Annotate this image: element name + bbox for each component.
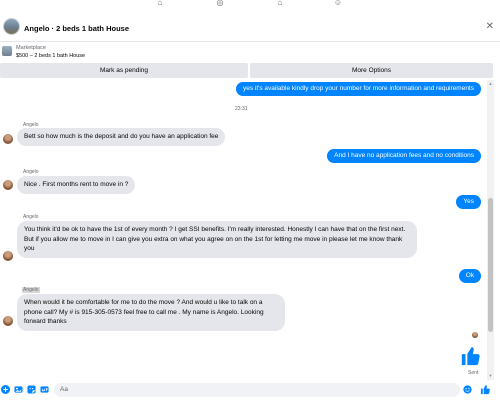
close-icon[interactable]: ✕ (486, 21, 494, 32)
message-outgoing: Yes (456, 195, 481, 209)
message-incoming: Nice . First months rent to move in ? (17, 176, 136, 194)
sender-name: Angelo (22, 287, 40, 293)
marketplace-icon[interactable]: ◎ (215, 0, 225, 7)
thumbs-up-icon[interactable] (480, 384, 491, 395)
sender-avatar[interactable] (3, 251, 13, 261)
mark-as-pending-button[interactable]: Mark as pending (0, 63, 248, 78)
scrollbar-thumb[interactable] (488, 198, 493, 332)
sender-avatar[interactable] (3, 134, 13, 144)
more-options-button[interactable]: More Options (250, 63, 493, 78)
message-outgoing: And I have no application fees and no co… (327, 149, 481, 163)
photo-icon[interactable] (14, 385, 23, 394)
listing-thumbnail (2, 46, 12, 56)
listing-detail: $500 – 2 beds 1 bath House (16, 53, 86, 59)
emoji-icon[interactable] (463, 385, 472, 394)
message-input[interactable]: Aa (54, 383, 460, 397)
message-composer: Aa (0, 382, 500, 403)
store-icon[interactable]: ⌂ (275, 0, 285, 7)
plus-icon[interactable] (1, 385, 10, 394)
sender-avatar[interactable] (3, 180, 13, 190)
sender-name: Angelo (23, 214, 39, 220)
message-incoming: Bett so how much is the deposit and do y… (17, 128, 226, 146)
scroll-down-arrow[interactable]: ▼ (488, 373, 493, 378)
groups-icon[interactable]: ☺ (333, 0, 343, 7)
thread-scrollbar[interactable]: ▲ ▼ (487, 80, 494, 380)
message-outgoing: Ok (458, 269, 481, 283)
top-nav: ⌂ ◎ ⌂ ☺ (0, 0, 500, 12)
listing-label: Marketplace (16, 45, 46, 51)
home-icon[interactable]: ⌂ (155, 0, 165, 7)
chat-header: Angelo · 2 beds 1 bath House ✕ (0, 12, 500, 42)
sender-name: Angelo (23, 169, 39, 175)
message-thread: yes it's available kindly drop your numb… (0, 80, 487, 380)
message-outgoing: yes it's available kindly drop your numb… (235, 82, 481, 96)
gif-icon[interactable] (40, 385, 49, 394)
thumbs-up-icon (461, 346, 480, 366)
sender-avatar[interactable] (3, 316, 13, 326)
chat-title[interactable]: Angelo · 2 beds 1 bath House (24, 24, 129, 33)
message-incoming: When would it be comfortable for me to d… (17, 294, 285, 331)
sticker-icon[interactable] (27, 385, 36, 394)
seen-avatar (472, 332, 478, 338)
message-timestamp: 23:31 (235, 106, 248, 112)
message-incoming: You think it'd be ok to have the 1st of … (17, 221, 417, 258)
scroll-up-arrow[interactable]: ▲ (488, 81, 493, 86)
sent-status: Sent (468, 370, 479, 376)
listing-avatar[interactable] (3, 18, 20, 35)
listing-bar[interactable]: Marketplace $500 – 2 beds 1 bath House (0, 43, 500, 63)
